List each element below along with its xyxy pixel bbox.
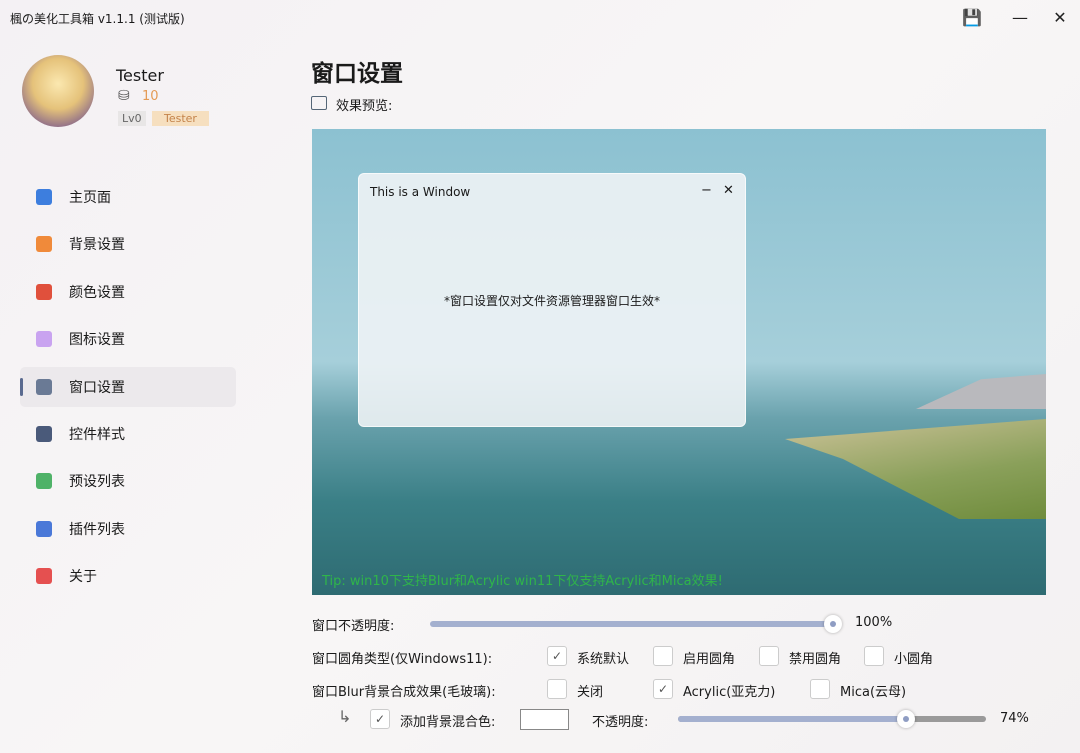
nav-icon xyxy=(36,568,52,585)
sidebar-item[interactable]: 主页面 xyxy=(20,177,236,217)
title-bar: 楓の美化工具箱 v1.1.1 (测试版) 💾 — ✕ xyxy=(0,0,1080,36)
sample-window-title: This is a Window xyxy=(370,185,471,199)
sidebar-item[interactable]: 背景设置 xyxy=(20,224,236,264)
tip-text: Tip: win10下支持Blur和Acrylic win11下仅支持Acryl… xyxy=(322,574,723,589)
nav-icon xyxy=(36,425,52,442)
nav-icon xyxy=(36,189,52,205)
opacity-slider-thumb[interactable] xyxy=(824,615,842,633)
corner-option-checkbox[interactable]: ✓ xyxy=(547,646,567,666)
blend-opacity-thumb[interactable] xyxy=(896,710,915,728)
user-name: Tester xyxy=(116,66,164,85)
blur-option-label: 关闭 xyxy=(577,685,604,700)
blend-color-swatch[interactable] xyxy=(520,709,569,730)
sub-arrow-icon: ↳ xyxy=(338,707,352,726)
corner-option-label: 小圆角 xyxy=(894,652,934,667)
sidebar-item-label: 预设列表 xyxy=(69,474,125,491)
sidebar-item-label: 窗口设置 xyxy=(69,379,125,396)
blur-option-checkbox[interactable] xyxy=(547,679,567,699)
nav-icon xyxy=(36,378,52,395)
level-badge: Lv0 xyxy=(118,111,146,126)
corner-option-label: 系统默认 xyxy=(577,652,630,667)
sidebar-item[interactable]: 窗口设置 xyxy=(20,366,236,407)
sidebar-item[interactable]: 预设列表 xyxy=(20,461,236,501)
page-title: 窗口设置 xyxy=(311,61,403,87)
blur-option-checkbox[interactable] xyxy=(810,679,830,699)
nav-icon xyxy=(36,473,52,490)
nav-icon xyxy=(36,283,52,300)
app-title: 楓の美化工具箱 v1.1.1 (测试版) xyxy=(10,12,185,26)
coin-icon: ⛁ xyxy=(118,88,130,104)
corner-option-checkbox[interactable] xyxy=(653,646,673,666)
sample-message: *窗口设置仅对文件资源管理器窗口生效* xyxy=(443,294,660,308)
shore xyxy=(785,419,1046,519)
opacity-value: 100% xyxy=(855,615,893,630)
minimize-icon: − xyxy=(701,183,712,198)
opacity-slider[interactable] xyxy=(430,621,834,627)
sample-window: This is a Window − ✕ *窗口设置仅对文件资源管理器窗口生效* xyxy=(358,173,746,427)
sidebar-item[interactable]: 图标设置 xyxy=(20,319,236,359)
user-tag: Tester xyxy=(152,111,209,126)
blend-opacity-value: 74% xyxy=(1000,711,1029,726)
mountain xyxy=(916,374,1046,409)
sidebar-item-label: 背景设置 xyxy=(69,237,125,254)
corner-option-checkbox[interactable] xyxy=(759,646,779,666)
sidebar-item-label: 插件列表 xyxy=(69,521,125,538)
sidebar-item-label: 控件样式 xyxy=(69,426,125,443)
sidebar-item[interactable]: 关于 xyxy=(20,556,236,596)
preview-label: 效果预览: xyxy=(336,99,393,114)
sidebar-item-label: 颜色设置 xyxy=(69,284,125,301)
nav-icon xyxy=(36,236,52,253)
close-button[interactable]: ✕ xyxy=(1046,6,1074,30)
preview-area: This is a Window − ✕ *窗口设置仅对文件资源管理器窗口生效*… xyxy=(312,129,1046,595)
minimize-button[interactable]: — xyxy=(1006,6,1034,30)
blur-option-checkbox[interactable]: ✓ xyxy=(653,679,673,699)
blur-label: 窗口Blur背景合成效果(毛玻璃): xyxy=(312,685,496,700)
coin-count: 10 xyxy=(142,89,159,104)
sidebar-item-label: 图标设置 xyxy=(69,332,125,349)
sidebar-nav: 主页面背景设置颜色设置图标设置窗口设置控件样式预设列表插件列表关于 xyxy=(20,177,236,604)
window-icon xyxy=(311,96,327,110)
corner-option-label: 禁用圆角 xyxy=(789,652,842,667)
blend-opacity-fill xyxy=(678,716,906,722)
corner-label: 窗口圆角类型(仅Windows11): xyxy=(312,652,493,667)
corner-option-label: 启用圆角 xyxy=(683,652,736,667)
opacity-label: 窗口不透明度: xyxy=(312,619,395,634)
sidebar-item[interactable]: 颜色设置 xyxy=(20,272,236,312)
blend-opacity-label: 不透明度: xyxy=(592,715,649,730)
blend-color-label: 添加背景混合色: xyxy=(400,715,496,730)
nav-icon xyxy=(36,331,52,348)
sidebar-item[interactable]: 控件样式 xyxy=(20,414,236,454)
blend-color-checkbox[interactable]: ✓ xyxy=(370,709,390,729)
sidebar-item-label: 主页面 xyxy=(69,190,111,206)
corner-option-checkbox[interactable] xyxy=(864,646,884,666)
nav-icon xyxy=(36,520,52,537)
sidebar-item-label: 关于 xyxy=(69,569,97,586)
blur-option-label: Mica(云母) xyxy=(840,685,907,700)
sidebar-item[interactable]: 插件列表 xyxy=(20,509,236,549)
avatar[interactable] xyxy=(22,55,94,127)
blur-option-label: Acrylic(亚克力) xyxy=(683,685,776,700)
close-icon: ✕ xyxy=(723,183,734,198)
save-icon[interactable]: 💾 xyxy=(958,6,986,30)
